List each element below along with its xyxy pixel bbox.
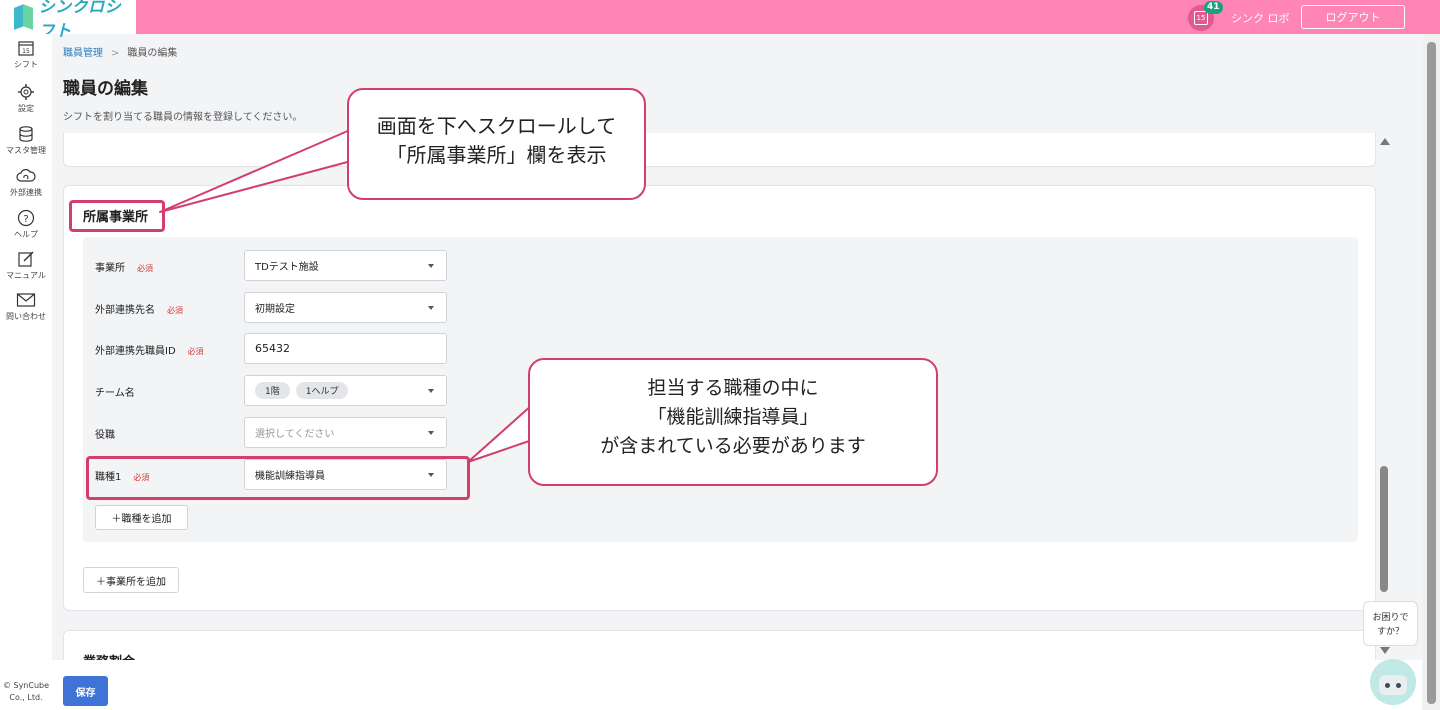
position-label: 役職 [95,430,115,441]
content-scrollbar[interactable] [1378,133,1390,654]
svg-text:15: 15 [22,48,30,55]
highlight-job-type-row [86,456,470,500]
chevron-down-icon [428,264,434,268]
sidebar-item-shift[interactable]: 15 シフト [0,38,52,78]
external-name-select[interactable]: 初期設定 [244,292,447,323]
calendar-icon: 15 [1194,11,1208,25]
team-chip[interactable]: 1階 [255,382,290,399]
position-select[interactable]: 選択してください [244,417,447,448]
office-row: 事業所 必須 TDテスト施設 [95,250,455,281]
external-staff-id-input[interactable]: 65432 [244,333,447,364]
page-title: 職員の編集 [63,79,148,99]
required-badge: 必須 [187,347,204,356]
office-select[interactable]: TDテスト施設 [244,250,447,281]
sidebar: 15 シフト 設定 マスタ管理 外部連携 ? ヘルプ マニュアル 問い合わせ ©… [0,34,52,710]
chevron-down-icon [428,306,434,310]
sidebar-item-label: シフト [14,60,38,69]
external-staff-id-row: 外部連携先職員ID 必須 65432 [95,333,455,364]
sidebar-item-manual[interactable]: マニュアル [0,249,52,289]
breadcrumb-current: 職員の編集 [127,48,178,59]
breadcrumb-link-staff[interactable]: 職員管理 [63,48,103,59]
copyright: © SynCube Co., Ltd. [2,681,50,702]
notification-count-badge: 41 [1204,1,1223,14]
mail-icon [16,290,36,310]
add-job-type-button[interactable]: ＋職種を追加 [95,505,188,530]
help-bubble[interactable]: お困りで すか？ [1363,601,1418,646]
sidebar-item-label: 外部連携 [10,188,42,197]
callout-job-type-note: 担当する職種の中に 「機能訓練指導員」 が含まれている必要があります [528,358,938,486]
sidebar-item-help[interactable]: ? ヘルプ [0,208,52,248]
save-button[interactable]: 保存 [63,676,108,706]
sidebar-item-label: 問い合わせ [6,312,46,321]
scroll-down-icon[interactable] [1380,647,1390,654]
logout-button[interactable]: ログアウト [1301,5,1405,29]
sidebar-item-integration[interactable]: 外部連携 [0,166,52,206]
svg-text:?: ? [23,214,28,225]
chevron-down-icon [428,389,434,393]
user-name: シンク ロボ [1231,12,1290,25]
help-robot-icon[interactable] [1370,659,1416,705]
add-office-button[interactable]: ＋事業所を追加 [83,567,179,593]
scroll-up-icon[interactable] [1380,138,1390,145]
external-staff-id-label: 外部連携先職員ID [95,346,176,357]
required-badge: 必須 [137,264,153,273]
sidebar-item-settings[interactable]: 設定 [0,82,52,122]
team-chip[interactable]: 1ヘルプ [295,382,349,399]
app-logo[interactable]: シンクロシフト [0,0,136,40]
logo-text: シンクロシフト [38,0,122,40]
page-description: シフトを割り当てる職員の情報を登録してください。 [63,112,303,123]
sidebar-item-label: マスタ管理 [6,146,46,155]
team-multiselect[interactable]: 1階 1ヘルプ [244,375,447,406]
sidebar-item-contact[interactable]: 問い合わせ [0,290,52,330]
gear-icon [16,82,36,102]
sidebar-item-label: マニュアル [6,271,46,280]
calendar-icon: 15 [16,38,36,58]
callout-scroll-instruction: 画面を下へスクロールして 「所属事業所」欄を表示 [347,88,646,200]
external-name-row: 外部連携先名 必須 初期設定 [95,292,455,323]
position-row: 役職 選択してください [95,417,455,448]
database-icon [16,124,36,144]
top-bar: シンクロシフト 15 41 シンク ロボ ログアウト [0,0,1440,40]
highlight-affiliation-title [69,200,165,232]
chevron-down-icon [428,431,434,435]
scroll-thumb[interactable] [1380,466,1388,592]
cloud-icon [16,166,36,186]
sidebar-item-label: ヘルプ [14,230,38,239]
office-label: 事業所 [95,263,125,274]
team-row: チーム名 1階 1ヘルプ [95,375,455,406]
window-scrollbar[interactable] [1423,34,1440,710]
logo-mark-icon [12,4,33,30]
required-badge: 必須 [167,306,183,315]
sidebar-item-label: 設定 [18,104,34,113]
footer-bar [52,660,1422,710]
edit-icon [16,249,36,269]
breadcrumb: 職員管理 > 職員の編集 [63,48,178,59]
sidebar-item-master[interactable]: マスタ管理 [0,124,52,164]
external-name-label: 外部連携先名 [95,305,155,316]
help-icon: ? [16,208,36,228]
notification-calendar-button[interactable]: 15 41 [1188,1,1223,31]
team-label: チーム名 [95,388,135,399]
previous-section-card [63,133,1376,167]
window-scroll-thumb[interactable] [1427,42,1436,704]
